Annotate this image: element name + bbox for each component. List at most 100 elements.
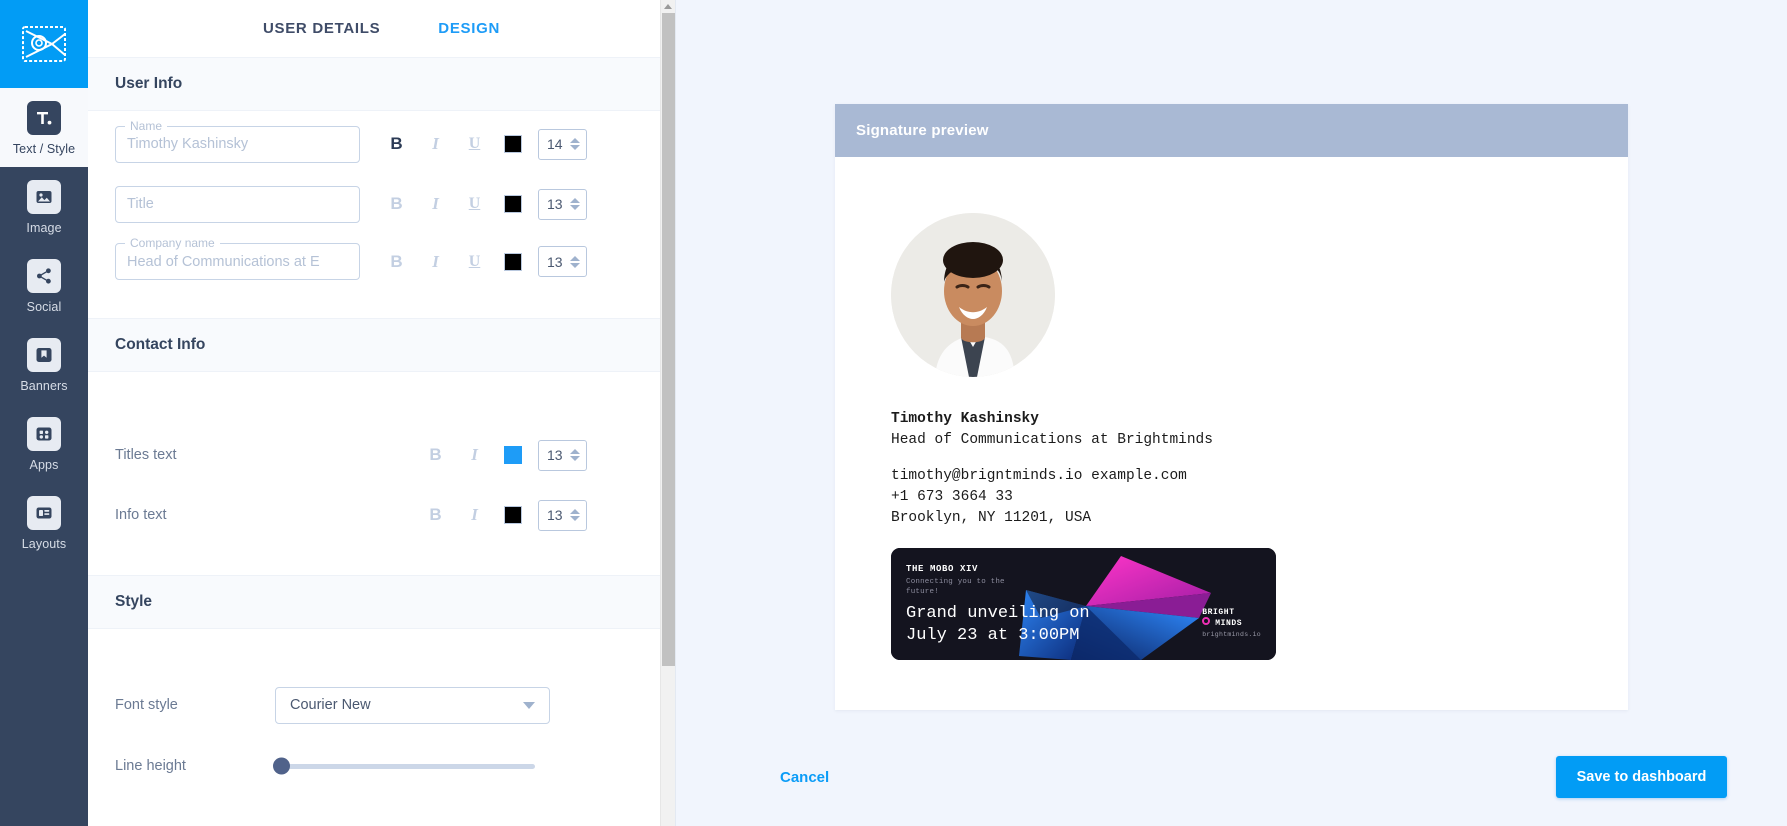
bold-button[interactable]: B [377, 187, 416, 221]
user-info-body: Name Timothy Kashinsky B I U 14 Title B … [88, 111, 675, 318]
bold-button[interactable]: B [377, 127, 416, 161]
sidebar-item-social[interactable]: Social [0, 246, 88, 325]
title-row: Title B I U 13 [115, 177, 648, 231]
italic-button[interactable]: I [416, 245, 455, 279]
preview-pane: Signature preview Timothy Kashinsky Head… [676, 0, 1787, 826]
editor-tabs: USER DETAILS DESIGN [88, 0, 675, 57]
sidebar-item-text-style[interactable]: Text / Style [0, 88, 88, 167]
signature-email: timothy@brigntminds.io example.com [891, 468, 1187, 484]
name-field-label: Name [125, 118, 168, 133]
sidebar-item-label: Social [26, 300, 62, 314]
color-swatch[interactable] [504, 252, 522, 271]
sidebar-item-apps[interactable]: Apps [0, 404, 88, 483]
company-field-label: Company name [125, 236, 220, 250]
slider-handle[interactable] [273, 757, 290, 775]
grid-apps-icon [27, 417, 61, 451]
info-text-tools: B I 13 [416, 498, 587, 532]
avatar [891, 213, 1055, 377]
color-swatch[interactable] [504, 135, 522, 153]
slider-track[interactable] [273, 757, 535, 775]
banner-subtitle: Connecting you to the future! [906, 578, 1005, 596]
font-size-stepper[interactable]: 13 [538, 439, 587, 471]
titles-text-row: Titles text B I 13 [115, 425, 648, 485]
font-size-value: 13 [547, 253, 563, 270]
font-size-stepper[interactable]: 13 [538, 499, 587, 531]
color-swatch[interactable] [504, 506, 522, 524]
stepper-arrows-icon[interactable] [570, 255, 580, 268]
info-text-row: Info text B I 13 [115, 485, 648, 545]
save-to-dashboard-button[interactable]: Save to dashboard [1556, 756, 1727, 798]
color-swatch[interactable] [504, 195, 522, 213]
left-icon-rail: Text / Style Image Social Banners Apps L… [0, 0, 88, 826]
sidebar-item-label: Image [26, 221, 62, 235]
stepper-arrows-icon[interactable] [570, 509, 580, 521]
chevron-down-icon [523, 701, 535, 709]
bold-button[interactable]: B [416, 438, 455, 472]
italic-button[interactable]: I [455, 498, 494, 532]
tab-design[interactable]: DESIGN [438, 20, 500, 37]
tab-user-details[interactable]: USER DETAILS [263, 20, 380, 37]
bold-button[interactable]: B [416, 498, 455, 532]
signature-phone: +1 673 3664 33 [891, 489, 1013, 505]
color-swatch[interactable] [504, 446, 522, 464]
italic-button[interactable]: I [416, 187, 455, 221]
banner-kicker: THE MOBO XIV [906, 564, 979, 574]
italic-button[interactable]: I [416, 127, 455, 161]
underline-button[interactable]: U [455, 187, 494, 221]
italic-button[interactable]: I [455, 438, 494, 472]
scrollbar-thumb[interactable] [662, 13, 675, 666]
title-input[interactable]: Title [115, 185, 360, 223]
envelope-at-logo-icon [22, 26, 66, 62]
user-photo-icon [891, 213, 1055, 377]
font-size-stepper[interactable]: 13 [538, 246, 587, 277]
titles-text-tools: B I 13 [416, 438, 587, 472]
name-row: Name Timothy Kashinsky B I U 14 [115, 111, 648, 177]
text-style-icon [27, 101, 61, 135]
app-logo[interactable] [0, 0, 88, 88]
font-style-value: Courier New [290, 697, 371, 713]
sidebar-item-banners[interactable]: Banners [0, 325, 88, 404]
name-format-tools: B I U 14 [377, 127, 587, 161]
font-size-stepper[interactable]: 13 [538, 188, 587, 220]
section-header-user-info: User Info [88, 57, 675, 111]
sidebar-item-image[interactable]: Image [0, 167, 88, 246]
company-name-input[interactable]: Company name Head of Communications at E [115, 236, 360, 280]
font-style-row: Font style Courier New [115, 675, 648, 735]
bookmark-icon [27, 338, 61, 372]
panel-scrollbar[interactable] [660, 0, 675, 826]
font-size-stepper[interactable]: 14 [538, 128, 587, 160]
preview-actions: Cancel Save to dashboard [676, 728, 1787, 826]
preview-header: Signature preview [835, 104, 1628, 157]
name-input[interactable]: Name Timothy Kashinsky [115, 118, 360, 163]
sidebar-item-layouts[interactable]: Layouts [0, 483, 88, 562]
stepper-arrows-icon[interactable] [570, 449, 580, 461]
signature-preview-card: Signature preview Timothy Kashinsky Head… [835, 104, 1628, 710]
underline-button[interactable]: U [455, 245, 494, 279]
contact-info-body: Titles text B I 13 Info text B I 13 [88, 372, 675, 575]
cancel-button[interactable]: Cancel [780, 769, 829, 786]
sidebar-item-label: Banners [20, 379, 68, 393]
signature-editor-app: Text / Style Image Social Banners Apps L… [0, 0, 1787, 826]
font-size-value: 13 [547, 196, 563, 212]
section-header-contact-info: Contact Info [88, 318, 675, 372]
signature-banner[interactable]: THE MOBO XIV Connecting you to the futur… [891, 548, 1276, 660]
font-style-select[interactable]: Courier New [275, 686, 550, 724]
title-field-placeholder: Title [127, 196, 154, 212]
sidebar-item-label: Apps [29, 458, 59, 472]
company-format-tools: B I U 13 [377, 245, 587, 279]
font-style-label: Font style [115, 697, 178, 713]
bold-button[interactable]: B [377, 245, 416, 279]
line-height-row: Line height [115, 735, 648, 797]
banner-brand-logo: BRIGHT MINDS brightminds.io [1202, 607, 1261, 638]
font-size-value: 13 [547, 447, 563, 463]
signature-name: Timothy Kashinsky [891, 411, 1039, 427]
preview-body: Timothy Kashinsky Head of Communications… [835, 157, 1628, 710]
stepper-arrows-icon[interactable] [570, 138, 580, 150]
stepper-arrows-icon[interactable] [570, 198, 580, 210]
scroll-up-icon[interactable] [664, 4, 672, 9]
sidebar-item-label: Layouts [21, 537, 67, 551]
titles-text-label: Titles text [115, 447, 177, 463]
line-height-slider[interactable] [273, 757, 535, 775]
underline-button[interactable]: U [455, 127, 494, 161]
signature-text: Timothy Kashinsky Head of Communications… [891, 409, 1628, 529]
